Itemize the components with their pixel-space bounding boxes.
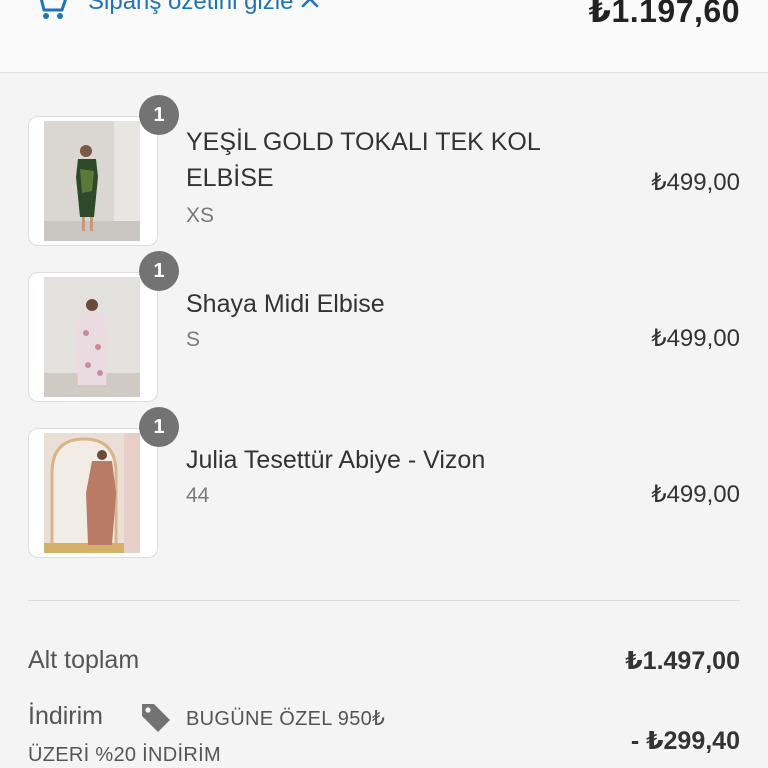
product-name: Shaya Midi Elbise [186, 290, 385, 318]
hide-order-summary-toggle[interactable]: Sipariş özetini gizle [88, 0, 319, 16]
product-price: ₺499,00 [651, 325, 740, 352]
product-image [44, 277, 140, 397]
order-total: ₺1.197,60 [588, 0, 740, 29]
product-variant: XS [186, 204, 215, 227]
discount-code-continued: ÜZERİ %20 İNDİRİM [28, 744, 221, 766]
product-price: ₺499,00 [651, 169, 740, 196]
discount-value: - ₺299,40 [630, 727, 740, 755]
product-name: Julia Tesettür Abiye - Vizon [186, 446, 486, 474]
product-thumbnail: 1 [28, 251, 179, 402]
subtotal-label: Alt toplam [28, 646, 140, 674]
divider [28, 600, 740, 601]
tag-icon [142, 704, 170, 732]
cart-icon [39, 0, 67, 19]
chevron-up-icon[interactable] [301, 0, 319, 8]
product-name: YEŞİL GOLD TOKALI TEK KOL ELBİSE [186, 128, 540, 192]
discount-label: İndirim [28, 702, 104, 730]
product-thumbnail: 1 [28, 407, 179, 558]
subtotal-value: ₺1.497,00 [625, 647, 740, 675]
product-image [44, 433, 140, 553]
list-item: 1 Julia Tesettür Abiye - Vizon 44 ₺499,0… [0, 407, 768, 568]
product-variant: 44 [186, 484, 210, 507]
product-image [44, 121, 140, 241]
product-price: ₺499,00 [651, 481, 740, 508]
quantity-badge: 1 [139, 251, 179, 291]
product-variant: S [186, 328, 201, 351]
list-item: 1 YEŞİL GOLD TOKALI TEK KOL ELBİSE XS ₺4… [0, 95, 768, 256]
list-item: 1 Shaya Midi Elbise S ₺499,00 [0, 251, 768, 412]
discount-code: BUGÜNE ÖZEL 950₺ [186, 708, 386, 730]
order-summary-header: Sipariş özetini gizle ₺1.197,60 [0, 0, 768, 73]
toggle-label[interactable]: Sipariş özetini gizle [88, 0, 293, 16]
quantity-badge: 1 [139, 95, 179, 135]
product-thumbnail: 1 [28, 95, 179, 246]
quantity-badge: 1 [139, 407, 179, 447]
